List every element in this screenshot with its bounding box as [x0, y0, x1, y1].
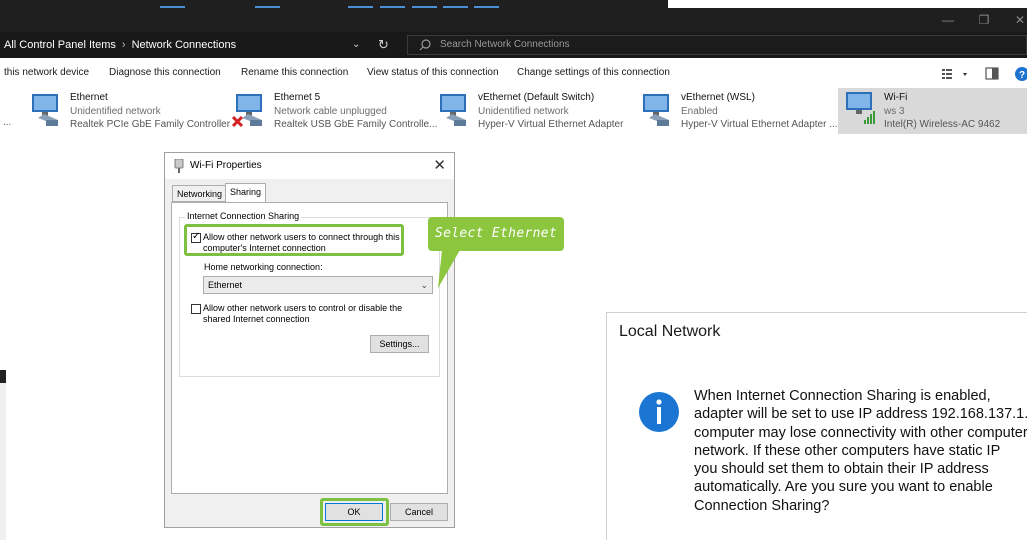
cmd-disable-device[interactable]: this network device: [4, 62, 89, 84]
adapter-status: Enabled: [681, 106, 718, 117]
group-label: Internet Connection Sharing: [185, 211, 302, 221]
svg-text:?: ?: [1019, 70, 1025, 81]
message-line: computer may lose connectivity with othe…: [694, 424, 1027, 441]
chevron-right-icon: ›: [121, 39, 126, 51]
breadcrumb-control-panel[interactable]: All Control Panel Items: [4, 39, 116, 51]
adapter-description: Intel(R) Wireless-AC 9462: [884, 119, 1001, 130]
adapter-name: Wi-Fi: [884, 92, 908, 103]
local-network-dialog: Local Network When Internet Connection S…: [606, 312, 1027, 540]
local-network-title: Local Network: [619, 323, 721, 340]
view-options-icons[interactable]: ?: [942, 66, 1027, 82]
allow-control-line: Allow other network users to control or …: [203, 303, 403, 313]
callout-tail: [438, 250, 460, 288]
change-view-icon: [942, 69, 967, 79]
callout: Select Ethernet: [428, 217, 564, 251]
wifi-adapter-icon: [846, 92, 875, 124]
adapter-vethernet-default-switch[interactable]: vEthernet (Default Switch) Unidentified …: [436, 90, 636, 134]
top-strip: [0, 0, 1027, 8]
breadcrumb[interactable]: All Control Panel Items › Network Connecti…: [4, 32, 236, 58]
background-window-shade: [0, 383, 6, 540]
truncated-fragment: ...: [3, 117, 12, 128]
adapter-status: Unidentified network: [70, 106, 161, 117]
search-placeholder: Search Network Connections: [440, 39, 570, 50]
adapter-name: Ethernet: [70, 92, 108, 103]
highlight-ok: [320, 498, 389, 526]
allow-control-label[interactable]: Allow other network users to control or …: [203, 303, 402, 325]
help-icon: ?: [1015, 67, 1027, 81]
settings-button[interactable]: Settings...: [370, 335, 429, 353]
adapter-vethernet-wsl[interactable]: vEthernet (WSL) Enabled Hyper-V Virtual …: [639, 90, 839, 134]
adapter-status: Network cable unplugged: [274, 106, 387, 117]
cmd-diagnose[interactable]: Diagnose this connection: [109, 62, 221, 84]
network-adapter-icon: [232, 94, 262, 128]
adapter-status: Unidentified network: [478, 106, 569, 117]
message-line: automatically. Are you sure you want to …: [694, 479, 993, 496]
selected-connection: Ethernet: [208, 280, 243, 290]
adapter-name: vEthernet (WSL): [681, 92, 755, 103]
adapter-ethernet[interactable]: Ethernet Unidentified network Realtek PC…: [28, 90, 231, 134]
message-line: Connection Sharing?: [694, 497, 830, 514]
allow-control-checkbox[interactable]: [191, 304, 201, 314]
adapter-wifi[interactable]: Wi-Fi ws 3 Intel(R) Wireless-AC 9462: [838, 88, 1027, 134]
tab-sharing[interactable]: Sharing: [225, 183, 267, 203]
network-adapter-icon: [32, 94, 58, 126]
cmd-view-status[interactable]: View status of this connection: [367, 62, 499, 84]
minimize-button[interactable]: —: [928, 8, 968, 32]
cmd-rename[interactable]: Rename this connection: [241, 62, 348, 84]
adapter-description: Realtek USB GbE Family Controlle...: [274, 119, 438, 130]
adapter-ethernet-5[interactable]: Ethernet 5 Network cable unplugged Realt…: [232, 90, 437, 134]
allow-control-line: shared Internet connection: [203, 314, 310, 324]
maximize-button[interactable]: ❐: [964, 8, 1004, 32]
title-bar: [0, 8, 1027, 32]
adapter-name: vEthernet (Default Switch): [478, 92, 595, 103]
adapter-description: Realtek PCIe GbE Family Controller: [70, 119, 231, 130]
address-bar: All Control Panel Items › Network Connecti…: [0, 32, 1027, 58]
dialog-title-bar: Wi-Fi Properties ✕: [165, 153, 454, 179]
refresh-icon[interactable]: ↻: [378, 32, 392, 58]
info-icon: [639, 392, 679, 432]
close-window-button[interactable]: ✕: [1000, 8, 1027, 32]
breadcrumb-network-connections[interactable]: Network Connections: [132, 39, 237, 51]
message-line: adapter will be set to use IP address 19…: [694, 406, 1027, 423]
preview-pane-icon: [985, 67, 999, 80]
chevron-down-icon[interactable]: ⌄: [352, 32, 366, 58]
window-top-edge: [0, 0, 668, 8]
command-bar: this network device Diagnose this connec…: [0, 62, 1027, 84]
network-adapter-icon: [440, 94, 466, 126]
highlight-allow-connect: [184, 224, 404, 256]
close-icon[interactable]: ✕: [433, 155, 446, 177]
search-icon: [419, 39, 431, 51]
adapter-description: Hyper-V Virtual Ethernet Adapter: [478, 119, 624, 130]
cmd-change-settings[interactable]: Change settings of this connection: [517, 62, 670, 84]
dialog-title: Wi-Fi Properties: [190, 160, 262, 171]
home-networking-label: Home networking connection:: [204, 262, 323, 272]
background-window-edge: [0, 370, 6, 383]
cancel-button[interactable]: Cancel: [390, 503, 448, 521]
message-line: When Internet Connection Sharing is enab…: [694, 388, 991, 404]
search-input[interactable]: Search Network Connections: [407, 35, 1027, 55]
message-line: network. If these other computers have s…: [694, 442, 1001, 459]
adapter-description: Hyper-V Virtual Ethernet Adapter ...: [681, 119, 838, 130]
signal-bars-icon: [864, 111, 875, 124]
callout-text: Select Ethernet: [435, 226, 557, 241]
error-x-icon: [232, 115, 244, 128]
network-adapter-icon: [643, 94, 669, 126]
network-icon: [174, 159, 184, 173]
home-networking-select[interactable]: Ethernet ⌄: [203, 276, 433, 294]
chevron-down-icon: ⌄: [420, 280, 428, 290]
local-network-message: When Internet Connection Sharing is enab…: [694, 387, 1027, 515]
message-line: you should set them to obtain their IP a…: [694, 461, 989, 478]
adapter-status: ws 3: [884, 106, 905, 117]
tab-networking[interactable]: Networking: [172, 185, 228, 202]
adapter-name: Ethernet 5: [274, 92, 321, 103]
